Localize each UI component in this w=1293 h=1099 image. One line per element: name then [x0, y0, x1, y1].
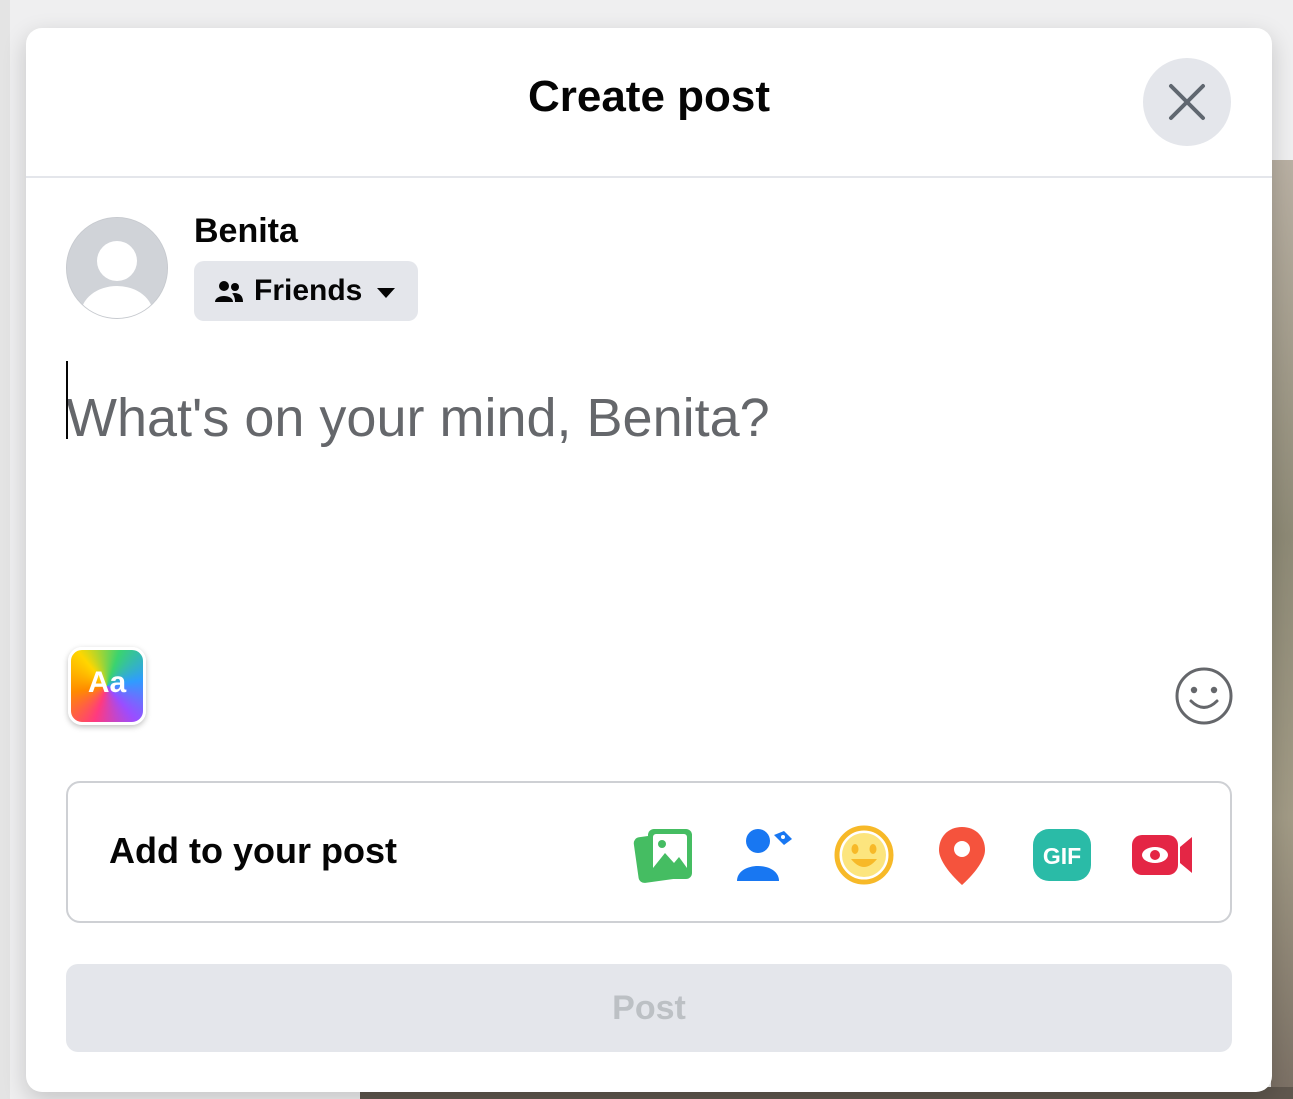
audience-selector-button[interactable]: Friends — [194, 261, 418, 321]
caret-down-icon — [377, 288, 395, 298]
close-icon — [1169, 84, 1205, 120]
text-background-button[interactable]: Aa — [68, 647, 146, 725]
add-to-post-label: Add to your post — [109, 830, 397, 871]
check-in-button[interactable] — [930, 823, 994, 887]
feeling-activity-button[interactable] — [832, 823, 896, 887]
location-pin-icon — [939, 827, 985, 885]
tag-people-icon — [737, 829, 792, 881]
avatar[interactable] — [66, 217, 168, 319]
friends-icon — [215, 281, 243, 302]
post-button[interactable]: Post — [66, 964, 1232, 1052]
feeling-activity-icon — [834, 825, 894, 885]
live-video-button[interactable] — [1130, 823, 1194, 887]
photo-video-icon — [633, 829, 692, 883]
post-composer-input[interactable] — [66, 358, 1226, 478]
backdrop-right-photo — [1271, 160, 1293, 1099]
tag-people-button[interactable] — [732, 823, 796, 887]
create-post-dialog: Create post Benita Friends Aa — [26, 28, 1272, 1092]
backdrop-left-strip — [0, 0, 10, 1099]
text-caret — [66, 361, 68, 439]
gif-icon-text: GIF — [1043, 843, 1081, 869]
audience-label: Friends — [254, 274, 363, 307]
dialog-title: Create post — [527, 72, 771, 121]
gif-button[interactable]: GIF — [1030, 823, 1094, 887]
add-to-post-bar: Add to your post GIF — [66, 781, 1232, 923]
photo-video-button[interactable] — [632, 823, 696, 887]
emoji-picker-button[interactable] — [1174, 666, 1234, 731]
live-video-icon — [1132, 835, 1192, 875]
text-background-label: Aa — [87, 666, 127, 699]
default-avatar-icon — [67, 218, 167, 318]
close-button[interactable] — [1143, 58, 1231, 146]
gif-icon: GIF — [1033, 829, 1091, 881]
smiley-icon — [1175, 667, 1233, 725]
dialog-header: Create post — [26, 28, 1272, 178]
user-name[interactable]: Benita — [194, 212, 298, 251]
